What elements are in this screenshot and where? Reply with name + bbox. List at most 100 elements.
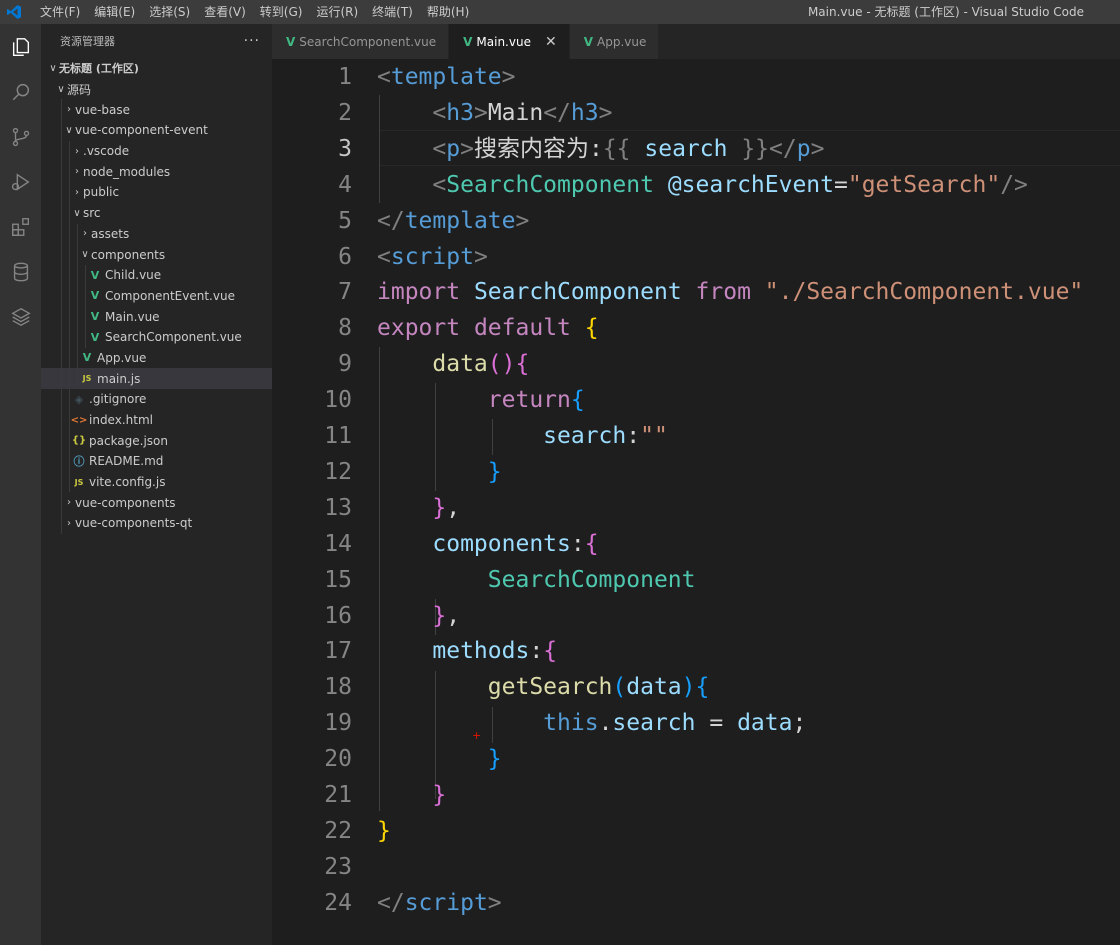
editor-tab[interactable]: V App.vue [569, 24, 660, 59]
workspace-root[interactable]: ∨ 无标题 (工作区) [41, 58, 272, 79]
tree-indent-guide [61, 306, 62, 327]
code-line: 24 </script> [272, 885, 1120, 921]
tree-indent-guide [61, 202, 62, 224]
tree-item-label: 源码 [67, 82, 92, 97]
code-line: 3 <p>搜索内容为:{{ search }}</p> [272, 131, 1120, 167]
menu-item[interactable]: 转到(G) [253, 0, 310, 24]
tree-indent-guide [61, 451, 62, 472]
folder-item[interactable]: › vue-components-qt [41, 513, 272, 534]
code-text: </template> [377, 207, 530, 234]
code-text: components:{ [432, 530, 599, 557]
file-item[interactable]: V SearchComponent.vue [41, 326, 272, 348]
code-text: export default { [377, 315, 599, 342]
html-file-icon: <> [70, 414, 88, 426]
tree-indent-guide [69, 244, 70, 265]
file-item[interactable]: V ComponentEvent.vue [41, 285, 272, 307]
tab-label: App.vue [597, 34, 647, 49]
tree-indent-guide [77, 368, 78, 389]
run-debug-icon[interactable] [0, 159, 41, 204]
tree-indent-guide [69, 326, 70, 348]
menu-item[interactable]: 编辑(E) [87, 0, 142, 24]
menu-item[interactable]: 文件(F) [33, 0, 87, 24]
code-text: } [377, 817, 391, 844]
git-file-icon: ◈ [74, 392, 84, 406]
tree-item-label: ComponentEvent.vue [105, 288, 235, 303]
tree-indent-guide [61, 347, 62, 369]
explorer-icon[interactable] [0, 24, 41, 69]
source-control-icon[interactable] [0, 114, 41, 159]
file-item[interactable]: <> index.html [41, 409, 272, 431]
folder-item[interactable]: ∨ 源码 [41, 79, 272, 100]
code-text: <h3>Main</h3> [432, 99, 613, 126]
file-item[interactable]: V App.vue [41, 347, 272, 369]
tree-indent-guide [61, 389, 62, 410]
tree-item-label: package.json [89, 433, 169, 448]
line-number: 17 [324, 638, 352, 665]
layers-icon[interactable] [0, 294, 41, 339]
line-number: 4 [338, 171, 352, 198]
tree-item-label: vite.config.js [89, 475, 166, 490]
editor-tab[interactable]: V Main.vue ✕ [449, 24, 570, 59]
menu-item[interactable]: 选择(S) [142, 0, 197, 24]
file-item[interactable]: V Main.vue [41, 306, 272, 327]
code-text: data(){ [432, 351, 530, 378]
file-item[interactable]: {} package.json [41, 430, 272, 452]
folder-item[interactable]: › assets [41, 223, 272, 245]
folder-item[interactable]: › vue-base [41, 99, 272, 121]
chevron-right-icon: › [75, 145, 79, 157]
code-line: 4 <SearchComponent @searchEvent="getSear… [272, 167, 1120, 203]
line-number: 11 [324, 423, 352, 449]
file-item[interactable]: V Child.vue [41, 264, 272, 286]
tree-indent-guide [69, 161, 70, 183]
file-item[interactable]: ⓘ README.md [41, 451, 272, 472]
explorer-title: 资源管理器 [60, 35, 115, 48]
vue-file-icon: V [90, 289, 100, 303]
vue-file-icon: V [90, 310, 100, 324]
code-line: 15 SearchComponent [272, 562, 1120, 598]
menu-item[interactable]: 查看(V) [197, 0, 253, 24]
file-item[interactable]: JS main.js [41, 368, 272, 389]
code-text: <SearchComponent @searchEvent="getSearch… [432, 171, 1028, 198]
tree-indent-guide [69, 409, 70, 431]
folder-item[interactable]: › node_modules [41, 161, 272, 183]
code-editor[interactable]: + 1 <template> 2 <h3>Main</h3> 3 <p>搜索内容为:{… [272, 59, 1120, 945]
tab-label: Main.vue [476, 34, 531, 49]
menu-item[interactable]: 帮助(H) [420, 0, 476, 24]
extensions-icon[interactable] [0, 204, 41, 249]
chevron-right-icon: › [67, 497, 71, 509]
json-file-icon: {} [71, 435, 87, 447]
tree-item-label: main.js [97, 371, 141, 386]
folder-item[interactable]: ∨ vue-component-event [41, 120, 272, 141]
line-number: 12 [324, 458, 352, 485]
chevron-down-icon: ∨ [65, 124, 73, 136]
search-icon[interactable] [0, 69, 41, 114]
file-item[interactable]: ◈ .gitignore [41, 389, 272, 410]
folder-item[interactable]: › vue-components [41, 492, 272, 514]
more-actions-icon[interactable]: ··· [244, 33, 260, 49]
close-icon[interactable]: ✕ [545, 34, 557, 50]
editor-tab[interactable]: V SearchComponent.vue [272, 24, 450, 59]
info-file-icon: ⓘ [73, 455, 85, 469]
tree-indent-guide [61, 264, 62, 286]
tree-indent-guide [61, 99, 62, 121]
code-line: 16 }, [272, 598, 1120, 634]
folder-item[interactable]: ∨ components [41, 244, 272, 265]
tree-indent-guide [61, 161, 62, 183]
line-number: 5 [338, 207, 352, 234]
file-item[interactable]: JS vite.config.js [41, 471, 272, 493]
chevron-right-icon: › [67, 104, 71, 116]
code-text: <script> [377, 243, 488, 270]
menu-item[interactable]: 终端(T) [365, 0, 420, 24]
database-icon[interactable] [0, 249, 41, 294]
code-text: } [432, 782, 447, 808]
code-line: 17 methods:{ [272, 633, 1120, 669]
activity-bar [0, 24, 41, 945]
folder-item[interactable]: › public [41, 182, 272, 203]
menu-item[interactable]: 运行(R) [309, 0, 365, 24]
folder-item[interactable]: › .vscode [41, 140, 272, 162]
vue-file-icon: V [90, 268, 100, 282]
tree-item-label: SearchComponent.vue [105, 330, 242, 345]
tree-indent-guide [69, 430, 70, 452]
vscode-logo-icon [3, 0, 25, 24]
folder-item[interactable]: ∨ src [41, 202, 272, 224]
